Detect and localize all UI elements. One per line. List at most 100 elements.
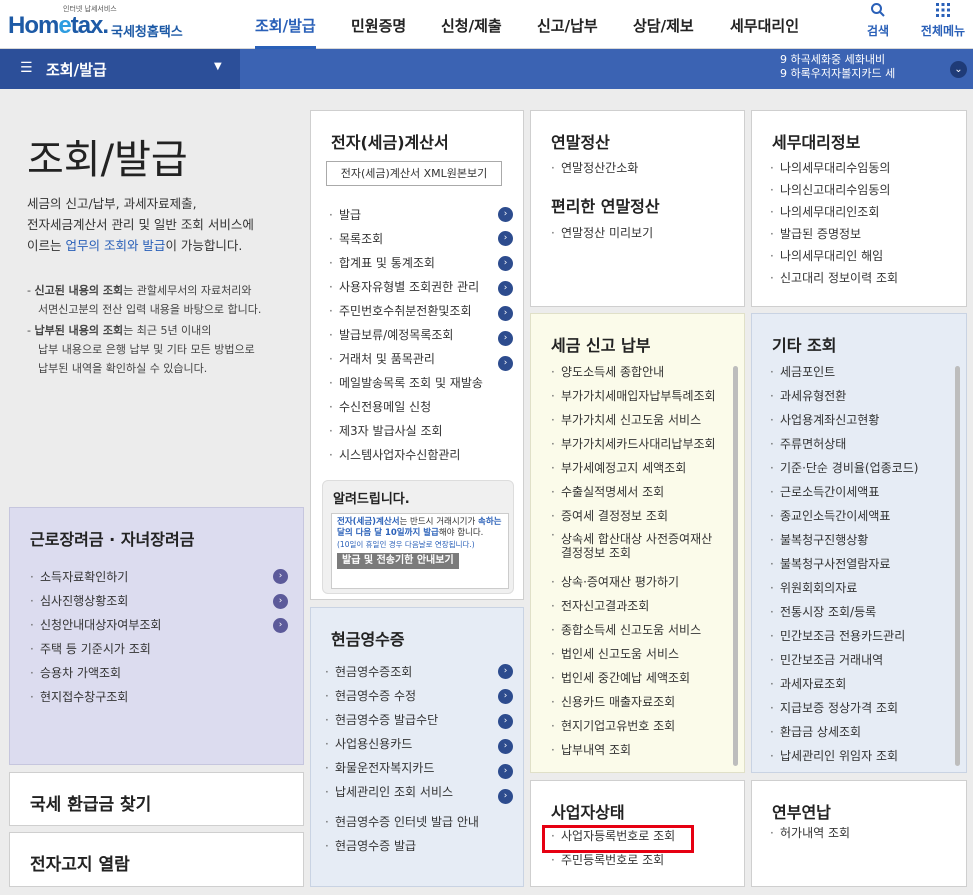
nav-inquiry-issue[interactable]: 조회/발급 — [255, 15, 316, 49]
nav-consult-report[interactable]: 상담/제보 — [633, 15, 694, 36]
list-item[interactable]: 발급 — [329, 203, 483, 227]
list-item[interactable]: 법인세 중간예납 세액조회 — [551, 666, 726, 690]
list-item[interactable]: 나의세무대리수임동의 — [770, 157, 898, 179]
list-item[interactable]: 승용차 가액조회 — [30, 661, 161, 685]
list-item[interactable]: 화물운전자복지카드 — [325, 756, 479, 780]
arrow-right-icon[interactable]: › — [498, 207, 513, 222]
nav-civil-certificate[interactable]: 민원증명 — [351, 15, 406, 36]
all-menu-button[interactable]: 전체메뉴 — [918, 2, 968, 39]
notice-ticker[interactable]: 9 하곡세화중 세화내비 9 하록우저자볼지카드 세 — [780, 53, 895, 85]
list-item[interactable]: 발급보류/예정목록조회 — [329, 323, 483, 347]
nav-report-pay[interactable]: 신고/납부 — [537, 15, 598, 36]
arrow-right-icon[interactable]: › — [498, 689, 513, 704]
search-button[interactable]: 검색 — [858, 2, 898, 39]
list-item[interactable]: 소득자료확인하기 — [30, 565, 161, 589]
list-item[interactable]: 사업용신용카드 — [325, 732, 479, 756]
list-item[interactable]: 종교인소득간이세액표 — [770, 504, 918, 528]
scrollbar[interactable] — [955, 366, 960, 766]
list-item[interactable]: 과세자료조회 — [770, 672, 918, 696]
list-item[interactable]: 지급보증 정상가격 조회 — [770, 696, 918, 720]
list-item[interactable]: 부가세예정고지 세액조회 — [551, 456, 726, 480]
list-item[interactable]: 나의세무대리인 해임 — [770, 245, 898, 267]
list-item[interactable]: 심사진행상황조회 — [30, 589, 161, 613]
arrow-right-icon[interactable]: › — [273, 569, 288, 584]
list-item[interactable]: 상속·증여재산 평가하기 — [551, 570, 726, 594]
xml-original-view-button[interactable]: 전자(세금)계산서 XML원본보기 — [326, 161, 502, 186]
list-item[interactable]: 신고대리 정보이력 조회 — [770, 267, 898, 289]
list-item[interactable]: 납세관리인 조회 서비스 — [325, 780, 479, 804]
list-item[interactable]: 제3자 발급사실 조회 — [329, 419, 483, 443]
list-item[interactable]: 종합소득세 신고도움 서비스 — [551, 618, 726, 642]
list-item[interactable]: 신용카드 매출자료조회 — [551, 690, 726, 714]
list-item[interactable]: 과세유형전환 — [770, 384, 918, 408]
list-item[interactable]: 상속세 합산대상 사전증여재산 결정정보 조회 — [551, 528, 726, 570]
list-item[interactable]: 부가가치세 신고도움 서비스 — [551, 408, 726, 432]
list-item[interactable]: 납세관리인 위임자 조회 — [770, 744, 918, 768]
list-item[interactable]: 거래처 및 품목관리 — [329, 347, 483, 371]
arrow-right-icon[interactable]: › — [498, 714, 513, 729]
list-item[interactable]: 현금영수증 인터넷 발급 안내 — [325, 810, 479, 834]
list-item[interactable]: 메일발송목록 조회 및 재발송 — [329, 371, 483, 395]
chevron-down-icon[interactable]: ⌄ — [950, 61, 967, 78]
list-item[interactable]: 부가가치세카드사대리납부조회 — [551, 432, 726, 456]
arrow-right-icon[interactable]: › — [498, 331, 513, 346]
arrow-right-icon[interactable]: › — [498, 356, 513, 371]
arrow-right-icon[interactable]: › — [498, 764, 513, 779]
list-item[interactable]: 수출실적명세서 조회 — [551, 480, 726, 504]
deadline-guide-button[interactable]: 발급 및 전송기한 안내보기 — [337, 553, 459, 569]
list-item[interactable]: 전통시장 조회/등록 — [770, 600, 918, 624]
list-item[interactable]: 현지기업고유번호 조회 — [551, 714, 726, 738]
list-item[interactable]: 세금포인트 — [770, 360, 918, 384]
section-menu-dropdown[interactable]: ☰ 조회/발급 ▼ — [0, 49, 240, 89]
list-item[interactable]: 불복청구진행상황 — [770, 528, 918, 552]
list-item[interactable]: 불복청구사전열람자료 — [770, 552, 918, 576]
list-item[interactable]: 주민번호수취분전환및조회 — [329, 299, 483, 323]
list-item[interactable]: 근로소득간이세액표 — [770, 480, 918, 504]
list-item[interactable]: 기준·단순 경비율(업종코드) — [770, 456, 918, 480]
list-item[interactable]: 허가내역 조회 — [770, 821, 850, 845]
list-item[interactable]: 증여세 결정정보 조회 — [551, 504, 726, 528]
arrow-right-icon[interactable]: › — [498, 281, 513, 296]
arrow-right-icon[interactable]: › — [273, 594, 288, 609]
arrow-right-icon[interactable]: › — [498, 231, 513, 246]
list-item[interactable]: 사용자유형별 조회권한 관리 — [329, 275, 483, 299]
list-item[interactable]: 환급금 상세조회 — [770, 720, 918, 744]
list-item[interactable]: 수신전용메일 신청 — [329, 395, 483, 419]
list-item[interactable]: 현금영수증조회 — [325, 660, 479, 684]
arrow-right-icon[interactable]: › — [498, 306, 513, 321]
nav-apply-submit[interactable]: 신청/제출 — [441, 15, 502, 36]
arrow-right-icon[interactable]: › — [273, 618, 288, 633]
arrow-right-icon[interactable]: › — [498, 256, 513, 271]
list-item[interactable]: 현지접수창구조회 — [30, 685, 161, 709]
list-item[interactable]: 위원회회의자료 — [770, 576, 918, 600]
list-item[interactable]: 나의신고대리수임동의 — [770, 179, 898, 201]
list-item[interactable]: 민간보조금 전용카드관리 — [770, 624, 918, 648]
list-item[interactable]: 납부내역 조회 — [551, 738, 726, 762]
list-item[interactable]: 시스템사업자수신함관리 — [329, 443, 483, 467]
list-item[interactable]: 현금영수증 발급 — [325, 834, 479, 858]
list-item[interactable]: 양도소득세 종합안내 — [551, 360, 726, 384]
list-item[interactable]: 연말정산 미리보기 — [551, 221, 653, 245]
list-item[interactable]: 사업용계좌신고현황 — [770, 408, 918, 432]
list-item[interactable]: 신청안내대상자여부조회 — [30, 613, 161, 637]
list-item[interactable]: 나의세무대리인조회 — [770, 201, 898, 223]
card-e-notice[interactable]: 전자고지 열람 — [9, 832, 304, 887]
list-item[interactable]: 현금영수증 수정 — [325, 684, 479, 708]
arrow-right-icon[interactable]: › — [498, 739, 513, 754]
arrow-right-icon[interactable]: › — [498, 789, 513, 804]
list-item[interactable]: 주택 등 기준시가 조회 — [30, 637, 161, 661]
list-item[interactable]: 현금영수증 발급수단 — [325, 708, 479, 732]
arrow-right-icon[interactable]: › — [498, 664, 513, 679]
list-item[interactable]: 목록조회 — [329, 227, 483, 251]
list-item[interactable]: 합계표 및 통계조회 — [329, 251, 483, 275]
scrollbar[interactable] — [733, 366, 738, 766]
list-item[interactable]: 연말정산간소화 — [551, 156, 638, 180]
list-item[interactable]: 민간보조금 거래내역 — [770, 648, 918, 672]
list-item[interactable]: 전자신고결과조회 — [551, 594, 726, 618]
list-item[interactable]: 주류면허상태 — [770, 432, 918, 456]
list-item[interactable]: 발급된 증명정보 — [770, 223, 898, 245]
card-refund[interactable]: 국세 환급금 찾기 — [9, 772, 304, 826]
nav-tax-agent[interactable]: 세무대리인 — [730, 15, 799, 36]
list-item[interactable]: 법인세 신고도움 서비스 — [551, 642, 726, 666]
hometax-logo[interactable]: 인터넷 납세서비스 Hometax. 국세청홈택스 — [8, 4, 188, 44]
